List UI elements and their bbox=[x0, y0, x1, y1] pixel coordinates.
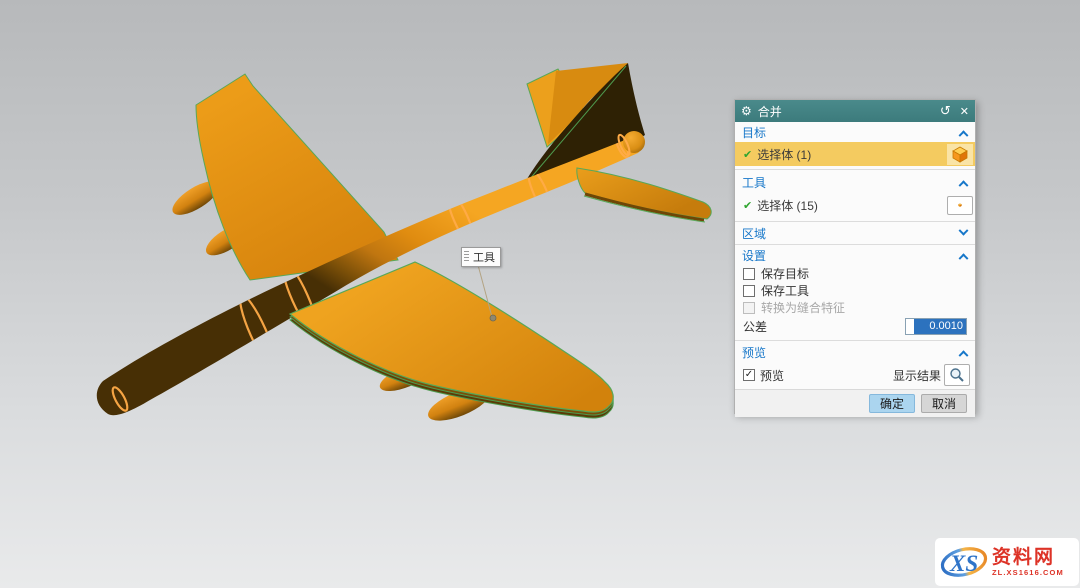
tooltip-label: 工具 bbox=[471, 249, 500, 265]
chevron-up-icon[interactable] bbox=[959, 180, 969, 190]
close-icon[interactable]: ✕ bbox=[960, 105, 969, 118]
magnifier-icon bbox=[949, 367, 965, 383]
convert-sew-label: 转换为缝合特征 bbox=[761, 299, 845, 316]
section-tool-header[interactable]: 工具 bbox=[735, 172, 975, 192]
separator bbox=[735, 221, 975, 222]
ok-button[interactable]: 确定 bbox=[869, 394, 915, 413]
tolerance-input[interactable]: 0.0010 bbox=[905, 318, 967, 335]
chevron-up-icon[interactable] bbox=[959, 130, 969, 140]
check-icon: ✔ bbox=[743, 148, 752, 161]
tool-select-row[interactable]: ✔ 选择体 (15) bbox=[735, 192, 975, 218]
tool-tooltip: 工具 bbox=[461, 247, 501, 267]
save-tool-label: 保存工具 bbox=[761, 282, 809, 299]
convert-sew-checkbox-row: 转换为缝合特征 bbox=[735, 299, 975, 316]
dialog-titlebar[interactable]: ⚙ 合并 ↺ ✕ bbox=[735, 100, 975, 122]
show-result-label: 显示结果 bbox=[893, 367, 941, 384]
watermark-url: ZL.XS1616.COM bbox=[992, 568, 1064, 577]
cancel-button[interactable]: 取消 bbox=[921, 394, 967, 413]
target-select-label: 选择体 (1) bbox=[757, 146, 947, 163]
separator bbox=[735, 244, 975, 245]
separator bbox=[735, 340, 975, 341]
cube-icon bbox=[951, 145, 969, 163]
section-preview-header[interactable]: 预览 bbox=[735, 343, 975, 361]
preview-row: ✓ 预览 显示结果 bbox=[735, 361, 975, 389]
dialog-title: 合并 bbox=[758, 103, 940, 120]
svg-text:XS: XS bbox=[949, 551, 978, 576]
reset-icon[interactable]: ↺ bbox=[940, 103, 951, 119]
tooltip-grip-icon bbox=[464, 251, 469, 263]
section-settings-header[interactable]: 设置 bbox=[735, 246, 975, 265]
tool-body-button[interactable] bbox=[947, 196, 973, 215]
dialog-footer: 确定 取消 bbox=[735, 389, 975, 417]
section-region-header[interactable]: 区域 bbox=[735, 224, 975, 243]
watermark: XS 资料网 ZL.XS1616.COM bbox=[935, 538, 1079, 586]
chevron-down-icon[interactable] bbox=[959, 226, 969, 236]
save-target-checkbox-row[interactable]: 保存目标 bbox=[735, 265, 975, 282]
target-select-row[interactable]: ✔ 选择体 (1) bbox=[735, 142, 975, 166]
airplane-model[interactable] bbox=[97, 63, 711, 427]
checkbox-unchecked[interactable] bbox=[743, 268, 755, 280]
target-body-button[interactable] bbox=[947, 144, 973, 165]
save-target-label: 保存目标 bbox=[761, 265, 809, 282]
tolerance-label: 公差 bbox=[743, 318, 905, 335]
chevron-up-icon[interactable] bbox=[959, 350, 969, 360]
show-result-button[interactable] bbox=[944, 364, 970, 386]
separator bbox=[735, 169, 975, 170]
save-tool-checkbox-row[interactable]: 保存工具 bbox=[735, 282, 975, 299]
checkbox-checked[interactable]: ✓ bbox=[743, 369, 755, 381]
tolerance-row: 公差 0.0010 bbox=[735, 316, 975, 337]
watermark-name: 资料网 bbox=[992, 547, 1055, 568]
section-target-header[interactable]: 目标 bbox=[735, 122, 975, 142]
checkbox-unchecked[interactable] bbox=[743, 285, 755, 297]
chevron-up-icon[interactable] bbox=[959, 253, 969, 263]
check-icon: ✔ bbox=[743, 199, 752, 212]
cube-icon bbox=[958, 196, 962, 214]
unite-dialog: ⚙ 合并 ↺ ✕ 目标 ✔ 选择体 (1) 工具 ✔ 选择体 (15) bbox=[734, 99, 976, 414]
gear-icon: ⚙ bbox=[741, 105, 752, 117]
preview-label: 预览 bbox=[760, 367, 893, 384]
tool-select-label: 选择体 (15) bbox=[757, 197, 947, 214]
tolerance-value: 0.0010 bbox=[914, 319, 966, 334]
xs-logo-icon: XS bbox=[938, 543, 990, 581]
tooltip-anchor-dot bbox=[490, 315, 496, 321]
checkbox-disabled bbox=[743, 302, 755, 314]
